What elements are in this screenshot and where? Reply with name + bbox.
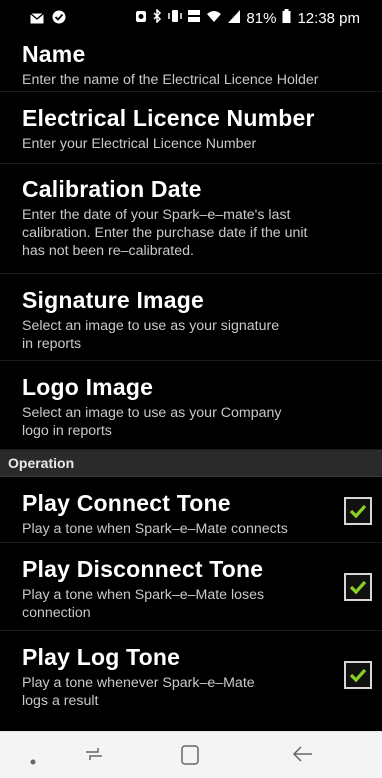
pref-play-log-tone[interactable]: Play Log Tone Play a tone whenever Spark… (0, 631, 382, 721)
pref-summary: Select an image to use as your signature… (22, 314, 360, 361)
summary-line: logo in reports (22, 423, 112, 439)
pref-title: Logo Image (22, 374, 154, 400)
mail-icon (30, 11, 44, 29)
pref-licence-number[interactable]: Electrical Licence Number Enter your Ele… (0, 92, 382, 164)
clock: 12:38 pm (297, 9, 360, 27)
summary-line: logs a result (22, 693, 99, 709)
pref-play-disconnect-tone[interactable]: Play Disconnect Tone Play a tone when Sp… (0, 543, 382, 631)
pref-title: Play Disconnect Tone (22, 556, 264, 582)
status-bar: 81% 12:38 pm (0, 0, 382, 36)
pref-title: Signature Image (22, 287, 204, 313)
battery-icon (282, 9, 291, 27)
pref-summary: Play a tone whenever Spark–e–Mate logs a… (22, 671, 360, 718)
checkmark-icon (349, 504, 367, 519)
settings-list: Name Enter the name of the Electrical Li… (0, 36, 382, 721)
summary-line: in reports (22, 336, 82, 352)
checkmark-icon (349, 580, 367, 595)
summary-line: Select an image to use as your Company (22, 405, 282, 421)
summary-line: has not been re–calibrated. (22, 243, 194, 259)
nav-dot-icon[interactable] (30, 752, 36, 770)
summary-line: Select an image to use as your signature (22, 318, 280, 334)
recent-apps-icon[interactable] (84, 744, 104, 769)
pref-calibration-date[interactable]: Calibration Date Enter the date of your … (0, 164, 382, 274)
checkbox-disconnect-tone[interactable] (344, 573, 372, 601)
pref-summary: Enter your Electrical Licence Number (22, 136, 257, 152)
checkbox-log-tone[interactable] (344, 661, 372, 689)
vibrate-icon (168, 9, 183, 27)
check-circle-icon (52, 10, 66, 29)
alarm-icon (135, 9, 147, 27)
summary-line: Play a tone whenever Spark–e–Mate (22, 675, 255, 691)
bluetooth-icon (153, 8, 162, 27)
pref-signature-image[interactable]: Signature Image Select an image to use a… (0, 274, 382, 361)
summary-line: Enter the date of your Spark–e–mate's la… (22, 207, 291, 223)
signal-icon (228, 9, 241, 27)
pref-play-connect-tone[interactable]: Play Connect Tone Play a tone when Spark… (0, 477, 382, 543)
summary-line: connection (22, 605, 91, 621)
section-header-operation: Operation (0, 450, 382, 477)
pref-title: Name (22, 41, 86, 67)
wifi-icon (206, 10, 222, 27)
pref-title: Play Connect Tone (22, 490, 231, 516)
back-icon[interactable] (292, 744, 314, 769)
summary-line: calibration. Enter the purchase date if … (22, 225, 308, 241)
pref-title: Play Log Tone (22, 644, 181, 670)
checkmark-icon (349, 668, 367, 683)
battery-percent: 81% (246, 9, 277, 27)
pref-summary: Select an image to use as your Company l… (22, 401, 360, 448)
navigation-bar (0, 731, 382, 778)
volte-icon (188, 9, 201, 27)
pref-summary: Play a tone when Spark–e–Mate loses conn… (22, 583, 360, 630)
pref-logo-image[interactable]: Logo Image Select an image to use as you… (0, 361, 382, 450)
pref-summary: Play a tone when Spark–e–Mate connects (22, 521, 288, 537)
checkbox-connect-tone[interactable] (344, 497, 372, 525)
summary-line: Play a tone when Spark–e–Mate loses (22, 587, 265, 603)
pref-name[interactable]: Name Enter the name of the Electrical Li… (0, 36, 382, 92)
pref-title: Electrical Licence Number (22, 105, 315, 131)
home-icon[interactable] (180, 744, 200, 771)
pref-summary: Enter the date of your Spark–e–mate's la… (22, 203, 360, 268)
pref-title: Calibration Date (22, 176, 202, 202)
